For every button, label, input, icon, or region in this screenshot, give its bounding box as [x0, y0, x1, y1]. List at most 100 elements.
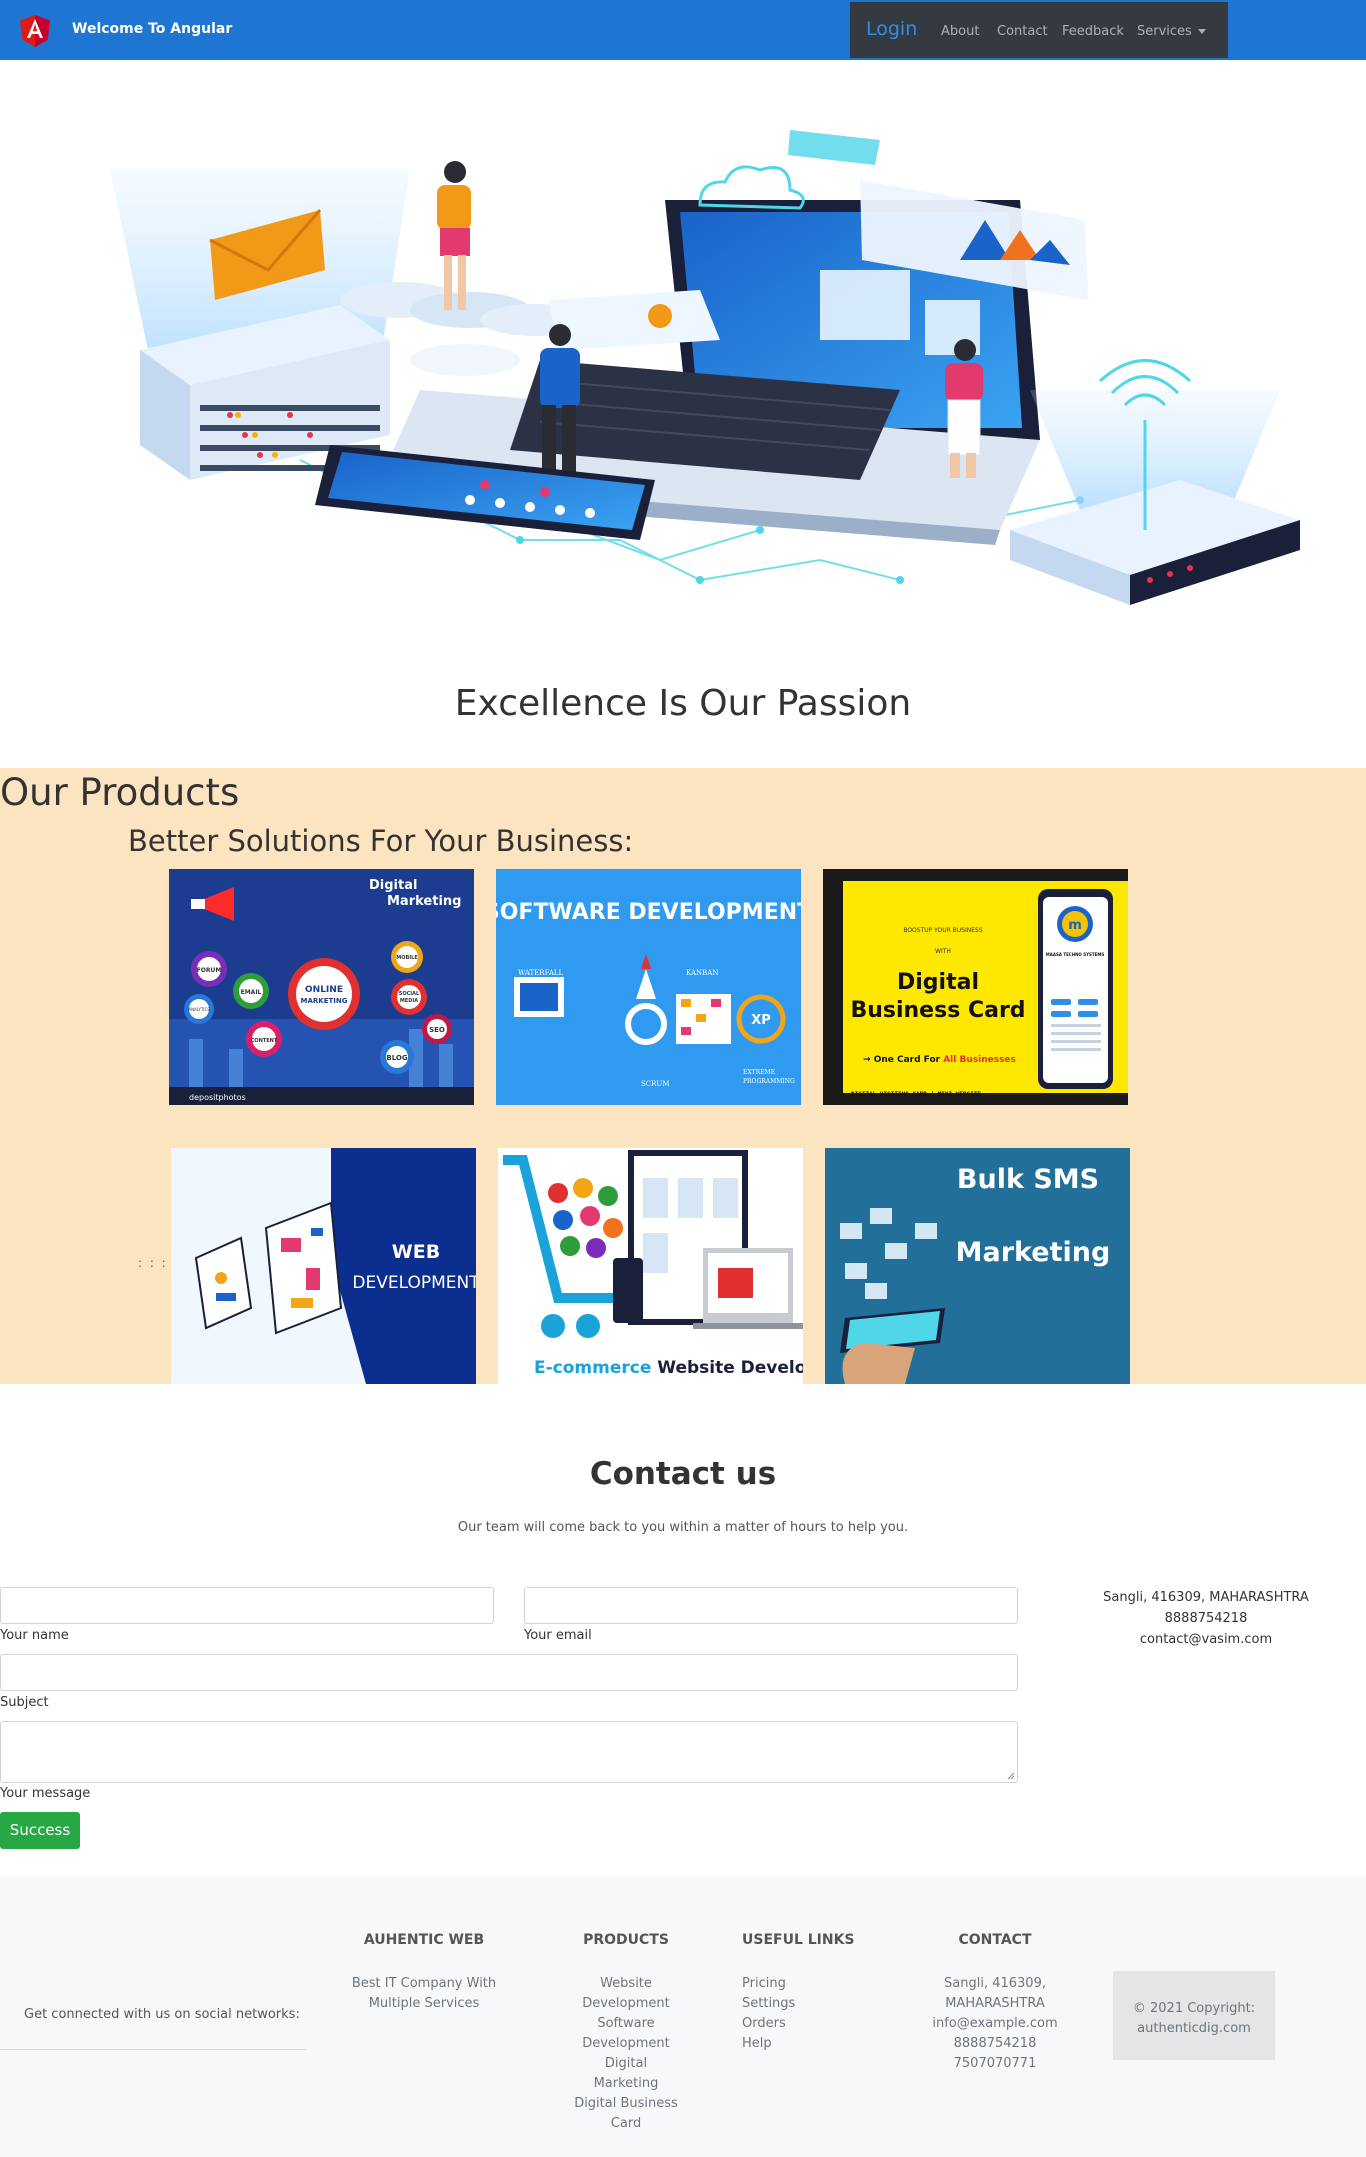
footer-product-link[interactable]: Website	[566, 1974, 686, 1994]
sd-title: SOFTWARE DEVELOPMENT	[496, 900, 801, 925]
footer-product-link[interactable]: Software	[566, 2014, 686, 2034]
sd-label-xp: XP	[751, 1013, 771, 1028]
footer-contact-phone: 7507070771	[953, 2056, 1037, 2071]
brand-title[interactable]: Welcome To Angular	[72, 21, 232, 37]
nav-contact-link[interactable]: Contact	[997, 24, 1048, 39]
digital-business-card-image: BOOSTUP YOUR BUSINESS WITH Digital Busin…	[823, 869, 1128, 1105]
dm-label-marketing: MARKETING	[301, 997, 348, 1005]
angular-logo-icon[interactable]	[20, 15, 50, 47]
dm-label-social: SOCIAL	[399, 991, 420, 997]
message-textarea[interactable]	[0, 1721, 1018, 1783]
carousel-indicators[interactable]: : : :	[138, 1256, 168, 1270]
product-card-digital-marketing[interactable]: Digital Marketing ONLINE MARKETING FORUM…	[169, 869, 474, 1105]
products-subheading: Better Solutions For Your Business:	[128, 824, 634, 858]
dm-label-online: ONLINE	[305, 985, 343, 995]
contact-address: Sangli, 416309, MAHARASHTRA	[1103, 1590, 1309, 1605]
footer-link-help[interactable]: Help	[742, 2034, 795, 2054]
nav-services-label: Services	[1137, 24, 1192, 39]
footer-product-link[interactable]: Development	[566, 2034, 686, 2054]
contact-email[interactable]: contact@vasim.com	[1080, 1632, 1332, 1647]
sms-title-2: Marketing	[956, 1237, 1111, 1268]
sd-label-scrum: SCRUM	[641, 1080, 670, 1088]
subject-input[interactable]	[0, 1654, 1018, 1691]
footer-contact-email[interactable]: info@example.com	[920, 2014, 1070, 2034]
footer-contact-phone: 8888754218	[953, 2036, 1037, 2051]
sd-label-kanban: KANBAN	[686, 969, 718, 977]
sd-label-waterfall: WATERFALL	[518, 969, 564, 977]
dbc-logo-letter: m	[1068, 918, 1082, 933]
email-input[interactable]	[524, 1587, 1018, 1624]
footer-products-list: Website Development Software Development…	[566, 1974, 686, 2134]
footer-link-settings[interactable]: Settings	[742, 1994, 795, 2014]
dm-title-1: Digital	[369, 878, 417, 893]
product-card-digital-business-card[interactable]: BOOSTUP YOUR BUSINESS WITH Digital Busin…	[823, 869, 1128, 1105]
social-networks-text: Get connected with us on social networks…	[24, 2007, 300, 2022]
footer-company-text: Best IT Company With Multiple Services	[344, 1974, 504, 2014]
products-heading: Our Products	[0, 771, 240, 814]
footer-product-link[interactable]: Digital Business	[566, 2094, 686, 2114]
footer-contact-list: Sangli, 416309, MAHARASHTRA info@example…	[920, 1974, 1070, 2074]
copyright-line: © 2021 Copyright:	[1132, 2001, 1256, 2016]
product-card-web-development[interactable]: WEB DEVELOPMENT	[171, 1148, 476, 1384]
footer-product-link[interactable]: Card	[566, 2114, 686, 2134]
sms-title-1: Bulk SMS	[957, 1164, 1099, 1195]
dbc-title-2: Business Card	[850, 998, 1025, 1023]
footer-product-link[interactable]: Marketing	[566, 2074, 686, 2094]
contact-description: Our team will come back to you within a …	[457, 1520, 909, 1535]
dbc-title-1: Digital	[897, 970, 979, 995]
footer-contact-line: MAHARASHTRA	[945, 1996, 1045, 2011]
sd-label-extreme: EXTREME	[743, 1069, 775, 1076]
footer-company-line: Best IT Company With	[351, 1976, 497, 1991]
dm-label-seo: SEO	[429, 1026, 445, 1034]
name-label: Your name	[0, 1628, 69, 1643]
dm-credit: depositphotos	[189, 1093, 246, 1102]
contact-phone: 8888754218	[1164, 1611, 1248, 1626]
sd-label-programming: PROGRAMMING	[743, 1078, 795, 1085]
ec-title: E-commerce Website Development	[534, 1358, 803, 1378]
product-card-ecommerce[interactable]: E-commerce Website Development	[498, 1148, 803, 1384]
dbc-tag-2: All Businesses	[943, 1055, 1016, 1065]
wd-title-2: DEVELOPMENT	[352, 1273, 476, 1293]
footer-heading-useful-links: USEFUL LINKS	[742, 1932, 855, 1948]
bulk-sms-image: Bulk SMS Marketing	[825, 1148, 1130, 1384]
hero-tagline: Excellence Is Our Passion	[454, 683, 912, 724]
site-footer: Get connected with us on social networks…	[0, 1876, 1366, 2157]
dbc-small-title: BOOSTUP YOUR BUSINESS	[903, 927, 983, 934]
subject-label: Subject	[0, 1695, 49, 1710]
software-development-image: SOFTWARE DEVELOPMENT WATERFALL KANBAN SC…	[496, 869, 801, 1105]
dbc-tag-1: One Card For	[874, 1055, 944, 1065]
dbc-org: MAASA TECHNO SYSTEMS	[1046, 952, 1105, 957]
name-input[interactable]	[0, 1587, 494, 1624]
dm-label-email: EMAIL	[241, 989, 262, 996]
dm-label-content: CONTENT	[251, 1038, 278, 1044]
nav-login-link[interactable]: Login	[866, 18, 917, 40]
dm-label-forum: FORUM	[197, 967, 222, 974]
footer-useful-links-list: Pricing Settings Orders Help	[742, 1974, 795, 2054]
footer-link-orders[interactable]: Orders	[742, 2014, 795, 2034]
submit-button[interactable]: Success	[0, 1812, 80, 1849]
copyright-link[interactable]: authenticdig.com	[1113, 2019, 1275, 2039]
copyright-box: © 2021 Copyright: authenticdig.com	[1113, 1971, 1275, 2060]
hero-image	[110, 130, 1300, 605]
dbc-with: WITH	[935, 948, 951, 955]
nav-feedback-link[interactable]: Feedback	[1062, 24, 1124, 39]
web-development-image: WEB DEVELOPMENT	[171, 1148, 476, 1384]
footer-link-pricing[interactable]: Pricing	[742, 1974, 795, 1994]
product-card-bulk-sms[interactable]: Bulk SMS Marketing	[825, 1148, 1130, 1384]
footer-heading-products: PRODUCTS	[583, 1932, 669, 1948]
products-section: Our Products Better Solutions For Your B…	[0, 768, 1366, 1384]
nav-services-dropdown[interactable]: Services	[1137, 24, 1206, 39]
product-card-software-development[interactable]: SOFTWARE DEVELOPMENT WATERFALL KANBAN SC…	[496, 869, 801, 1105]
copyright-text: © 2021 Copyright: authenticdig.com	[1113, 1999, 1275, 2039]
nav-about-link[interactable]: About	[941, 24, 979, 39]
ec-title-2: Website Development	[651, 1358, 803, 1378]
social-divider	[0, 2049, 306, 2050]
footer-product-link[interactable]: Development	[566, 1994, 686, 2014]
email-label: Your email	[524, 1628, 592, 1643]
footer-heading-company: AUHENTIC WEB	[363, 1932, 485, 1948]
footer-product-link[interactable]: Digital	[566, 2054, 686, 2074]
message-label: Your message	[0, 1786, 91, 1801]
top-navbar: Welcome To Angular Login About Contact F…	[0, 0, 1366, 60]
resize-handle-icon[interactable]	[1007, 1772, 1015, 1780]
ec-title-1: E-commerce	[534, 1358, 651, 1378]
